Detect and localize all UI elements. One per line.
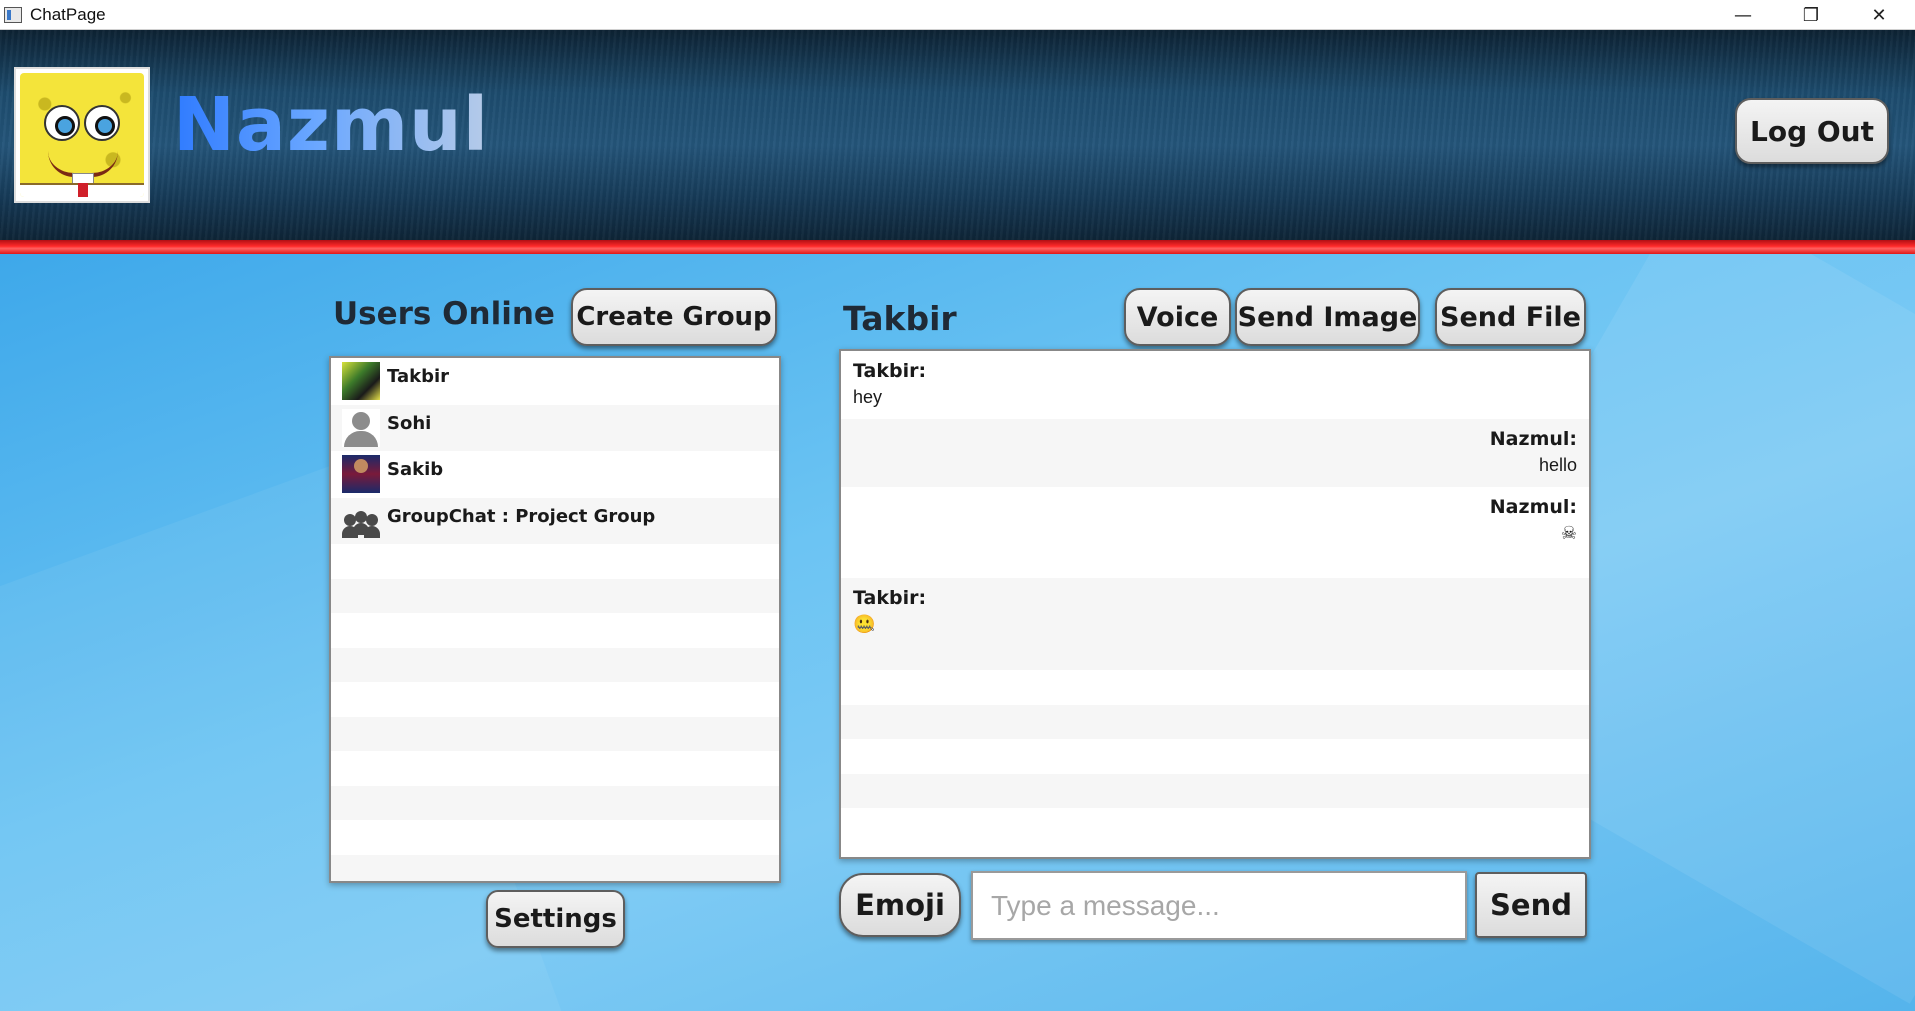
user-list-item-sohi[interactable]: Sohi 🔔 4 <box>331 404 779 451</box>
message-item: Nazmul: ☠ <box>841 487 1589 578</box>
message-item: Nazmul: hello <box>841 419 1589 487</box>
empty-row <box>331 820 779 855</box>
default-user-avatar-icon <box>342 408 380 447</box>
close-button[interactable]: ✕ <box>1845 0 1913 30</box>
user-name: Sohi <box>387 412 432 434</box>
maximize-button[interactable]: ❐ <box>1777 0 1845 30</box>
message-sender: Takbir: <box>853 360 927 382</box>
empty-row <box>331 682 779 717</box>
group-icon <box>342 502 380 540</box>
empty-row <box>331 613 779 648</box>
window-titlebar: ChatPage — ❐ ✕ <box>0 0 1915 30</box>
empty-row <box>331 751 779 786</box>
send-file-button[interactable]: Send File <box>1435 288 1586 346</box>
empty-row <box>331 578 779 613</box>
create-group-button[interactable]: Create Group <box>571 288 777 346</box>
app-icon <box>4 7 22 23</box>
message-text: hello <box>1538 455 1577 475</box>
empty-row <box>331 785 779 820</box>
zipper-mouth-emoji-icon: 🤐 <box>853 614 876 634</box>
empty-row <box>841 773 1589 808</box>
user-list-item-group[interactable]: GroupChat : Project Group <box>331 497 779 544</box>
sakib-avatar-icon <box>342 455 380 494</box>
minimize-button[interactable]: — <box>1709 0 1777 30</box>
empty-row <box>331 544 779 579</box>
user-name: Takbir <box>387 366 450 387</box>
profile-avatar <box>14 67 150 203</box>
user-list-item-takbir[interactable]: Takbir <box>331 358 779 405</box>
empty-row <box>841 704 1589 739</box>
empty-row <box>331 647 779 682</box>
message-text: hey <box>853 387 883 407</box>
message-sender: Nazmul: <box>1489 428 1577 450</box>
empty-row <box>841 808 1589 843</box>
user-name: Sakib <box>387 459 444 480</box>
users-online-heading: Users Online <box>333 296 555 332</box>
users-online-list[interactable]: Takbir Sohi 🔔 4 Sakib GroupChat : Projec… <box>329 356 781 883</box>
send-image-button[interactable]: Send Image <box>1235 288 1420 346</box>
current-username: Nazmul <box>173 78 489 172</box>
chat-contact-name: Takbir <box>843 299 957 338</box>
message-input[interactable] <box>971 871 1467 940</box>
logout-button[interactable]: Log Out <box>1735 98 1889 164</box>
send-button[interactable]: Send <box>1475 872 1587 938</box>
settings-button[interactable]: Settings <box>486 890 625 948</box>
spongebob-avatar-icon <box>20 73 144 197</box>
user-name: GroupChat : Project Group <box>387 505 656 527</box>
empty-row <box>331 716 779 751</box>
empty-row <box>841 670 1589 705</box>
user-list-item-sakib[interactable]: Sakib <box>331 451 779 498</box>
voice-button[interactable]: Voice <box>1124 288 1231 346</box>
message-sender: Takbir: <box>853 587 927 609</box>
message-item: Takbir: hey <box>841 351 1589 419</box>
message-sender: Nazmul: <box>1489 496 1577 518</box>
message-item: Takbir: 🤐 <box>841 578 1589 670</box>
empty-row <box>331 854 779 881</box>
header-divider <box>0 240 1915 254</box>
chat-messages-list[interactable]: Takbir: hey Nazmul: hello Nazmul: ☠ Takb… <box>839 349 1591 859</box>
skull-crossbones-emoji-icon: ☠ <box>1560 523 1577 543</box>
window-title: ChatPage <box>30 5 106 24</box>
takbir-avatar-icon <box>342 362 380 401</box>
empty-row <box>841 739 1589 774</box>
emoji-button[interactable]: Emoji <box>839 873 961 937</box>
